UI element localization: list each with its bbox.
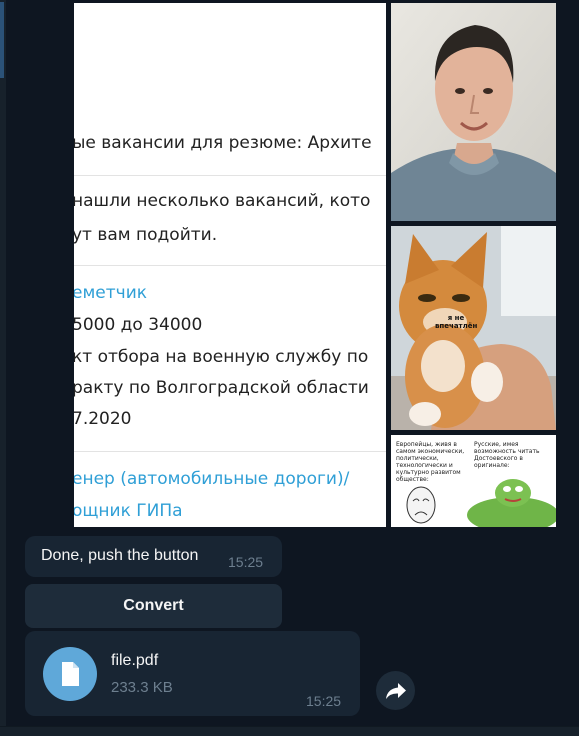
- file-timestamp: 15:25: [306, 693, 342, 709]
- wojak-drawing: [406, 486, 436, 524]
- file-download-button[interactable]: [43, 647, 97, 701]
- doc-line-salary: 5000 до 34000: [74, 315, 203, 335]
- album-photo-portrait[interactable]: [391, 3, 556, 221]
- cat-caption: я не впечатлён: [435, 314, 478, 330]
- doc-line-2: нашли несколько вакансий, кото: [74, 191, 371, 211]
- doc-job-title-2-cont: ощник ГИПа: [74, 501, 183, 521]
- file-size: 233.3 KB: [111, 679, 173, 696]
- file-icon: [62, 662, 79, 686]
- album-photo-meme[interactable]: Европейцы, живя в самом экономически, по…: [391, 435, 556, 527]
- doc-divider: [74, 451, 386, 452]
- album-photo-job-listing[interactable]: ые вакансии для резюме: Архите нашли нес…: [74, 3, 386, 527]
- doc-job-title-1: еметчик: [74, 283, 148, 303]
- doc-line-3: ут вам подойти.: [74, 225, 218, 245]
- media-album: ые вакансии для резюме: Архите нашли нес…: [74, 3, 556, 527]
- forward-button[interactable]: [376, 671, 415, 710]
- doc-line-region: ракту по Волгоградской области: [74, 378, 369, 398]
- doc-divider: [74, 175, 386, 176]
- pepe-drawing: [467, 479, 556, 527]
- doc-line-1: ые вакансии для резюме: Архите: [74, 133, 372, 153]
- file-name[interactable]: file.pdf: [111, 652, 158, 670]
- forward-icon: [386, 683, 406, 699]
- portrait-image: [391, 3, 556, 221]
- doc-line-employer: кт отбора на военную службу по: [74, 347, 369, 367]
- message-text: Done, push the button: [41, 547, 199, 564]
- composer-bar-edge: [0, 726, 579, 736]
- convert-button[interactable]: Convert: [25, 584, 282, 628]
- doc-divider: [74, 265, 386, 266]
- message-timestamp: 15:25: [228, 554, 264, 570]
- chat-list-edge: [0, 0, 6, 736]
- doc-job-title-2: енер (автомобильные дороги)/: [74, 469, 350, 489]
- album-photo-cat[interactable]: я не впечатлён: [391, 226, 556, 430]
- meme-drawings: [406, 479, 556, 527]
- selected-chat-indicator: [0, 2, 4, 78]
- doc-line-date: 7.2020: [74, 409, 132, 429]
